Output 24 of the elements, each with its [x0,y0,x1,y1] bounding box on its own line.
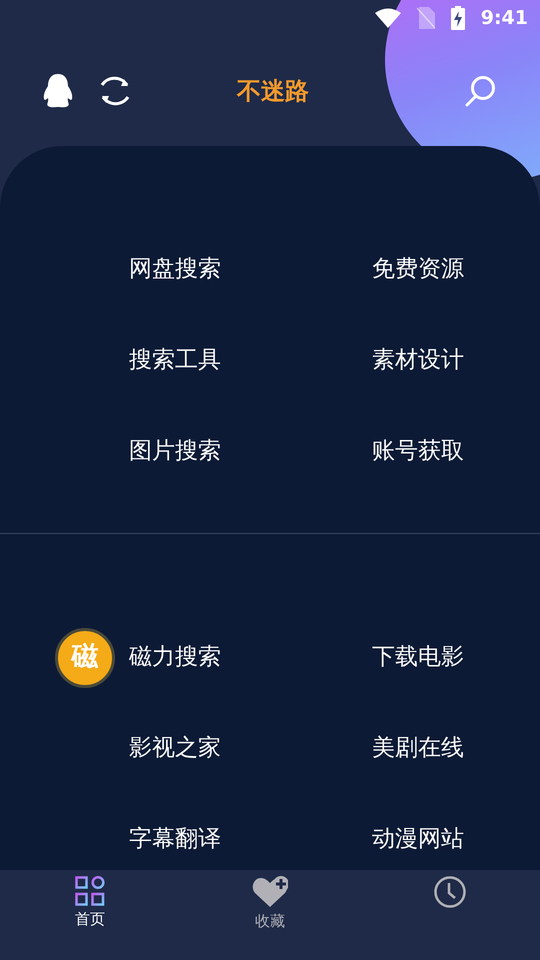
category-link[interactable]: 字幕翻译 [129,822,221,857]
category-link[interactable]: 素材设计 [372,343,464,378]
app-title: 不迷路 [236,76,310,107]
refresh-icon[interactable] [98,74,132,108]
category-link[interactable]: 搜索工具 [129,343,221,378]
penguin-icon[interactable] [42,74,74,108]
category-link[interactable]: 磁力搜索 [129,640,221,675]
clock-icon [434,876,466,908]
category-link[interactable]: 免费资源 [372,252,464,287]
category-link[interactable]: 下载电影 [372,640,464,675]
category-link[interactable]: 网盘搜索 [129,252,221,287]
nav-tab[interactable]: 首页 [0,870,180,960]
category-link[interactable]: 影视之家 [129,731,221,766]
grid-icon [75,876,105,906]
category-link[interactable]: 动漫网站 [372,822,464,857]
category-badge: 磁 [55,628,115,688]
heart-plus-icon [252,876,288,908]
category-link[interactable]: 图片搜索 [129,434,221,469]
category-link[interactable]: 账号获取 [372,434,464,469]
nav-tab[interactable]: 收藏 [180,870,360,960]
search-icon[interactable] [464,75,496,107]
category-link[interactable]: 美剧在线 [372,731,464,766]
status-time: 9:41 [480,6,528,31]
wifi-icon [374,8,401,28]
